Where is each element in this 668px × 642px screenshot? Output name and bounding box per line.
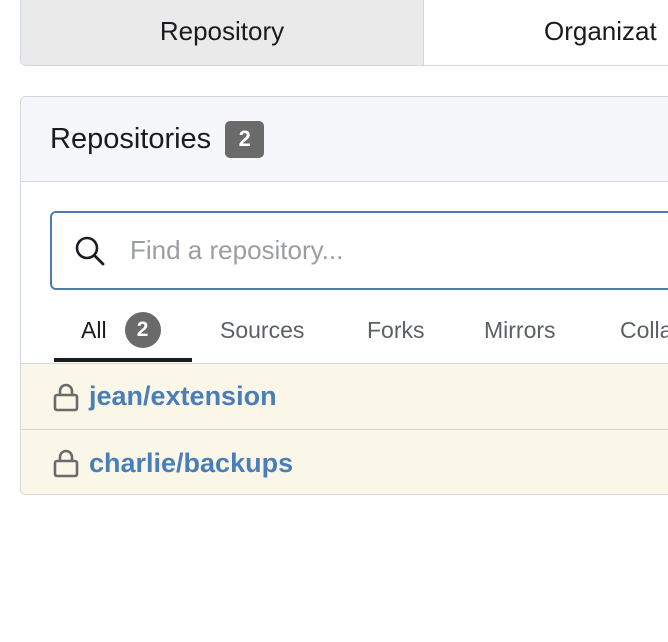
- search-input[interactable]: [128, 234, 648, 267]
- repo-filter-tabs: All 2 Sources Forks Mirrors Colla: [21, 297, 668, 364]
- repo-link[interactable]: jean/extension: [89, 381, 277, 412]
- card-header: Repositories 2: [21, 97, 668, 182]
- tab-label: All: [81, 316, 107, 343]
- card-title: Repositories: [50, 122, 212, 155]
- tab-sources[interactable]: Sources: [220, 297, 304, 363]
- repositories-card: Repositories 2 All 2 Sources Forks Mi: [20, 96, 668, 495]
- repo-link[interactable]: charlie/backups: [89, 448, 293, 479]
- tab-all[interactable]: All 2: [81, 297, 161, 363]
- tab-label: Forks: [367, 316, 425, 343]
- search-icon: [75, 236, 105, 265]
- lock-icon: [53, 449, 79, 478]
- menu-item-label: Organizat: [544, 16, 657, 46]
- list-item: jean/extension: [21, 364, 668, 430]
- list-item: charlie/backups: [21, 430, 668, 494]
- tab-label: Sources: [220, 316, 305, 343]
- lock-icon: [53, 383, 79, 411]
- repo-list: jean/extension charlie/backups: [21, 364, 668, 494]
- tab-forks[interactable]: Forks: [367, 297, 425, 363]
- repo-count-badge: 2: [225, 120, 265, 158]
- search-box[interactable]: [50, 211, 668, 290]
- menu-item-organization[interactable]: Organizat: [424, 0, 668, 65]
- menu-item-label: Repository: [159, 16, 285, 46]
- tab-label: Mirrors: [484, 316, 556, 343]
- page: Repository Organizat Repositories 2 All …: [0, 0, 668, 642]
- tab-count-badge: 2: [124, 312, 161, 348]
- tab-collaborative[interactable]: Colla: [620, 297, 668, 363]
- tab-mirrors[interactable]: Mirrors: [484, 297, 556, 363]
- top-menu: Repository Organizat: [20, 0, 668, 66]
- tab-label: Colla: [620, 316, 668, 343]
- menu-item-repository[interactable]: Repository: [21, 0, 424, 65]
- active-tab-indicator: [54, 358, 192, 362]
